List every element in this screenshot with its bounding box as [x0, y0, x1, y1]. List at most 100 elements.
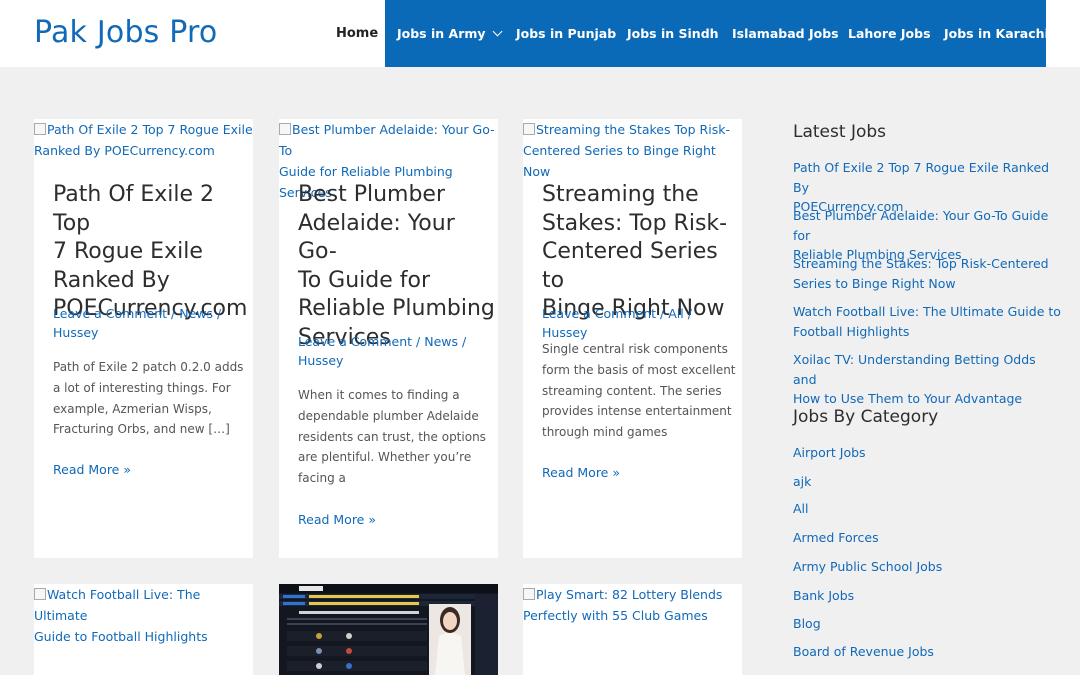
post-image[interactable]: Watch Football Live: The Ultimate Guide …	[34, 584, 253, 647]
post-card: Play Smart: 82 Lottery Blends Perfectly …	[523, 584, 742, 675]
post-meta: Leave a Comment / News / Hussey	[298, 332, 493, 370]
image-alt-line: Best Plumber Adelaide: Your Go-To	[279, 122, 495, 158]
title-line: Best Plumber	[298, 182, 446, 207]
image-alt-line: Centered Series to Binge Right Now	[523, 143, 716, 179]
leave-comment-link[interactable]: Leave a Comment	[298, 334, 412, 349]
post-image-thumbnail[interactable]	[279, 584, 498, 675]
read-more-link[interactable]: Read More »	[542, 465, 620, 480]
excerpt-line: form the basis of most excellent	[542, 362, 736, 377]
link-line: Watch Football Live: The Ultimate Guide …	[793, 304, 1061, 319]
nav-lahore-jobs[interactable]: Lahore Jobs	[848, 0, 931, 67]
nav-home[interactable]: Home	[336, 0, 378, 67]
post-title[interactable]: Best Plumber Adelaide: Your Go- To Guide…	[298, 181, 498, 352]
post-excerpt: Path of Exile 2 patch 0.2.0 adds a lot o…	[53, 357, 248, 440]
nav-jobs-in-karachi[interactable]: Jobs in Karachi	[944, 0, 1049, 67]
image-alt-line: Path Of Exile 2 Top 7 Rogue Exile	[47, 122, 253, 137]
category-link[interactable]: News	[424, 334, 458, 349]
excerpt-line: residents can trust, the options	[298, 429, 486, 444]
image-alt-line: Ranked By POECurrency.com	[34, 143, 215, 158]
link-line: Path Of Exile 2 Top 7 Rogue Exile Ranked…	[793, 160, 1050, 195]
broken-image-icon	[523, 123, 535, 135]
meta-separator: /	[683, 306, 692, 321]
read-more-link[interactable]: Read More »	[298, 512, 376, 527]
nav-jobs-in-sindh[interactable]: Jobs in Sindh	[627, 0, 719, 67]
latest-job-link[interactable]: Xoilac TV: Understanding Betting Odds an…	[793, 350, 1063, 409]
category-link[interactable]: Blog	[793, 614, 821, 634]
category-link[interactable]: Armed Forces	[793, 528, 879, 548]
author-link[interactable]: Hussey	[53, 325, 98, 340]
site-logo[interactable]: Pak Jobs Pro	[34, 15, 217, 50]
excerpt-line: Fracturing Orbs, and new […]	[53, 422, 230, 437]
category-link[interactable]: Board of Revenue Jobs	[793, 642, 934, 662]
title-line: Stakes: Top Risk-	[542, 210, 728, 236]
post-meta: Leave a Comment / All / Hussey	[542, 304, 737, 342]
title-line: Centered Series to	[542, 239, 718, 293]
latest-jobs-heading: Latest Jobs	[793, 122, 887, 142]
excerpt-line: Path of Exile 2 patch 0.2.0 adds	[53, 360, 244, 374]
nav-jobs-in-army-label: Jobs in Army	[397, 26, 486, 41]
author-link[interactable]: Hussey	[298, 353, 343, 368]
excerpt-line: Single central risk components	[542, 342, 728, 356]
post-title[interactable]: Streaming the Stakes: Top Risk- Centered…	[542, 181, 742, 324]
excerpt-line: through mind games	[542, 425, 668, 440]
author-link[interactable]: Hussey	[542, 325, 587, 340]
jobs-by-category-heading: Jobs By Category	[793, 407, 939, 427]
excerpt-line: a lot of interesting things. For	[53, 380, 231, 395]
post-card: Watch Football Live: The Ultimate Guide …	[34, 584, 253, 675]
title-line: 7 Rogue Exile	[53, 239, 203, 264]
excerpt-line: When it comes to finding a	[298, 388, 460, 402]
leave-comment-link[interactable]: Leave a Comment	[542, 306, 656, 321]
post-excerpt: Single central risk components form the …	[542, 339, 737, 443]
post-excerpt: When it comes to finding a dependable pl…	[298, 385, 493, 489]
read-more-link[interactable]: Read More »	[53, 462, 131, 477]
title-line: Path Of Exile 2 Top	[53, 182, 215, 236]
excerpt-line: facing a	[298, 471, 346, 486]
link-line: How to Use Them to Your Advantage	[793, 391, 1023, 406]
category-link[interactable]: Airport Jobs	[793, 443, 866, 463]
image-alt-line: Guide to Football Highlights	[34, 629, 208, 644]
meta-separator: /	[656, 306, 669, 321]
betting-site-screenshot-image	[279, 584, 498, 675]
title-line: Streaming the	[542, 182, 699, 207]
broken-image-icon	[34, 588, 46, 600]
nav-islamabad-jobs[interactable]: Islamabad Jobs	[732, 0, 839, 67]
excerpt-line: provides intense entertainment	[542, 404, 732, 419]
excerpt-line: dependable plumber Adelaide	[298, 408, 479, 423]
title-line: To Guide for	[298, 267, 430, 293]
leave-comment-link[interactable]: Leave a Comment	[53, 306, 167, 321]
excerpt-line: are plentiful. Whether you’re	[298, 450, 472, 465]
category-link[interactable]: Army Public School Jobs	[793, 557, 942, 577]
category-link[interactable]: ajk	[793, 472, 811, 492]
category-link[interactable]: All	[668, 306, 684, 321]
link-line: Streaming the Stakes: Top Risk-Centered	[793, 256, 1049, 271]
nav-jobs-in-punjab[interactable]: Jobs in Punjab	[516, 0, 616, 67]
broken-image-icon	[279, 123, 291, 135]
category-link[interactable]: Bank Jobs	[793, 586, 854, 606]
excerpt-line: example, Azmerian Wisps,	[53, 401, 212, 416]
link-line: Best Plumber Adelaide: Your Go-To Guide …	[793, 208, 1049, 243]
post-title[interactable]: Path Of Exile 2 Top 7 Rogue Exile Ranked…	[53, 181, 253, 324]
site-header: Pak Jobs Pro Home Jobs in Army Jobs in P…	[0, 0, 1080, 67]
meta-separator: /	[412, 334, 425, 349]
latest-job-link[interactable]: Streaming the Stakes: Top Risk-Centered S…	[793, 254, 1063, 293]
chevron-down-icon[interactable]	[492, 26, 502, 37]
category-link[interactable]: News	[179, 306, 213, 321]
broken-image-icon	[523, 588, 535, 600]
category-link[interactable]: All	[793, 499, 809, 519]
meta-separator: /	[458, 334, 467, 349]
post-image[interactable]: Path Of Exile 2 Top 7 Rogue Exile Ranked…	[34, 119, 253, 161]
link-line: Football Highlights	[793, 323, 910, 339]
image-alt-line: Streaming the Stakes Top Risk-	[536, 122, 730, 137]
meta-separator: /	[167, 306, 180, 321]
broken-image-icon	[34, 123, 46, 135]
image-alt-line: Perfectly with 55 Club Games	[523, 608, 708, 623]
latest-job-link[interactable]: Watch Football Live: The Ultimate Guide …	[793, 302, 1063, 341]
image-alt-line: Watch Football Live: The Ultimate	[34, 587, 201, 623]
title-line: Adelaide: Your Go-	[298, 210, 455, 265]
meta-separator: /	[213, 306, 222, 321]
post-image[interactable]: Play Smart: 82 Lottery Blends Perfectly …	[523, 584, 742, 626]
post-card: Best Plumber Adelaide: Your Go-To Guide …	[279, 119, 498, 558]
post-image[interactable]: Streaming the Stakes Top Risk- Centered …	[523, 119, 742, 182]
post-card: Streaming the Stakes Top Risk- Centered …	[523, 119, 742, 558]
nav-jobs-in-army[interactable]: Jobs in Army	[397, 0, 502, 67]
